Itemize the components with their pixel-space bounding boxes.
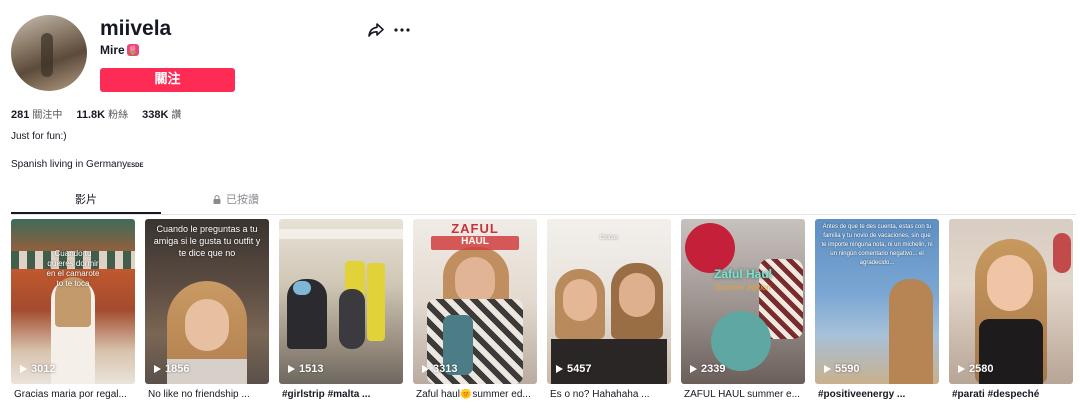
bio-line-1: Just for fun:) (11, 131, 67, 142)
play-icon (556, 365, 563, 373)
video-caption[interactable]: Zaful haul🌞summer ed... (416, 389, 537, 401)
video-card[interactable]: 2580 #parati #despeché (949, 219, 1073, 409)
video-thumbnail[interactable] (949, 219, 1073, 384)
view-count: 2580 (958, 363, 993, 375)
view-count: 3313 (422, 363, 457, 375)
video-caption[interactable]: #parati #despeché (952, 389, 1073, 401)
tab-liked[interactable]: 已按讚 (161, 190, 311, 214)
view-count: 5457 (556, 363, 591, 375)
video-caption[interactable]: Gracias maria por regal... (14, 389, 135, 401)
view-count: 3012 (20, 363, 55, 375)
nickname-text: Mire (100, 43, 125, 57)
followers-count[interactable]: 11.8K 粉絲 (76, 108, 128, 123)
play-icon (690, 365, 697, 373)
video-card[interactable]: Cuando tu quieres dormir en el camarote … (11, 219, 135, 409)
video-overlay-text: Cuando tu quieres dormir en el camarote … (46, 249, 100, 288)
video-overlay-text: Antes de que te des cuenta, estas con tu… (821, 224, 933, 266)
more-options-icon[interactable] (392, 21, 412, 39)
bio-line-2-text: Spanish living in Germany (11, 159, 128, 170)
view-count: 2339 (690, 363, 725, 375)
nickname: Mire 🌷 (100, 42, 139, 58)
tab-videos[interactable]: 影片 (11, 190, 161, 214)
profile-stats: 281 關注中 11.8K 粉絲 338K 讚 (11, 108, 181, 123)
video-caption[interactable]: ZAFUL HAUL summer e... (684, 389, 805, 401)
share-icon[interactable] (367, 21, 385, 39)
video-card[interactable]: Cuando le preguntas a tu amiga si le gus… (145, 219, 269, 409)
lock-icon (213, 195, 221, 204)
follow-button[interactable]: 關注 (100, 68, 235, 92)
view-count: 1513 (288, 363, 323, 375)
video-grid: Cuando tu quieres dormir en el camarote … (11, 219, 1076, 409)
play-icon (154, 365, 161, 373)
video-card[interactable]: Antes de que te des cuenta, estas con tu… (815, 219, 939, 409)
following-count[interactable]: 281 關注中 (11, 108, 62, 123)
view-count: 5590 (824, 363, 859, 375)
tab-liked-label: 已按讚 (226, 193, 259, 206)
bio-line-2: Spanish living in GermanyESDE (11, 159, 144, 172)
view-count: 1856 (154, 363, 189, 375)
video-thumbnail[interactable]: Cuando tu quieres dormir en el camarote … (11, 219, 135, 384)
play-icon (288, 365, 295, 373)
video-caption[interactable]: #girlstrip #malta ... (282, 389, 403, 401)
video-card[interactable]: Zaful Haul Summer edition 2339 ZAFUL HAU… (681, 219, 805, 409)
video-overlay-text: Cuando le preguntas a tu amiga si le gus… (153, 224, 261, 258)
video-thumbnail[interactable]: Zaful Haul Summer edition (681, 219, 805, 384)
username: miivela (100, 17, 172, 40)
play-icon (958, 365, 965, 373)
play-icon (422, 365, 429, 373)
profile-tabs: 影片 已按讚 (11, 190, 311, 214)
video-thumbnail[interactable]: ZAFUL HAUL (413, 219, 537, 384)
video-caption[interactable]: No like no friendship ... (148, 389, 269, 401)
video-caption[interactable]: #positiveenergy ... (818, 389, 939, 401)
video-caption[interactable]: Es o no? Hahahaha ... (550, 389, 671, 401)
tulip-emoji: 🌷 (126, 44, 139, 56)
play-icon (20, 365, 27, 373)
video-thumbnail[interactable]: Cuando le preguntas a tu amiga si le gus… (145, 219, 269, 384)
play-icon (824, 365, 831, 373)
likes-count: 338K 讚 (142, 109, 182, 121)
video-card[interactable]: ZAFUL HAUL 3313 Zaful haul🌞summer ed... (413, 219, 537, 409)
video-thumbnail[interactable]: Antes de que te des cuenta, estas con tu… (815, 219, 939, 384)
video-thumbnail[interactable] (279, 219, 403, 384)
avatar[interactable] (11, 15, 87, 91)
tabs-divider (11, 214, 1076, 215)
video-overlay-text: Chicas (599, 235, 619, 241)
flag-emojis: ESDE (127, 163, 144, 169)
video-thumbnail[interactable]: Chicas (547, 219, 671, 384)
video-card[interactable]: 1513 #girlstrip #malta ... (279, 219, 403, 409)
video-card[interactable]: Chicas 5457 Es o no? Hahahaha ... (547, 219, 671, 409)
